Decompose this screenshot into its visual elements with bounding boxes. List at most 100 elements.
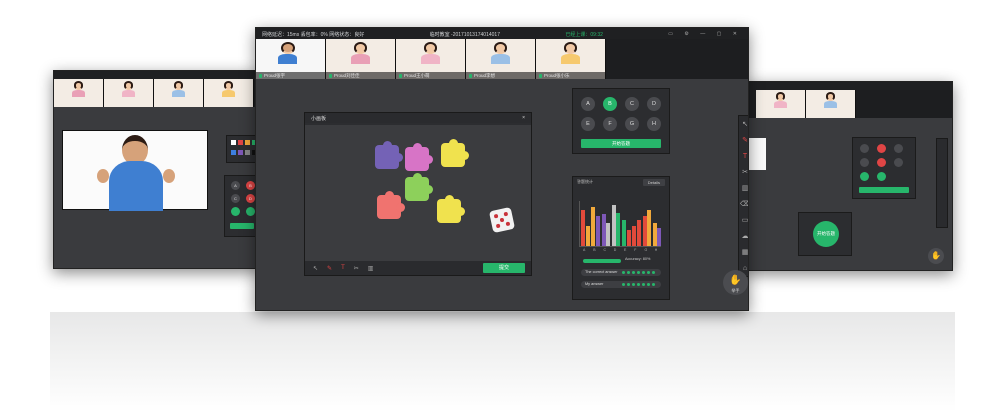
student-name: Proud王小萌 [404, 73, 430, 78]
pointer-icon[interactable]: ↖ [313, 265, 318, 272]
calendar-icon[interactable]: ▦ [742, 248, 748, 258]
student-name: Proud刘佳佳 [334, 73, 360, 78]
pen-icon[interactable]: ✎ [742, 136, 748, 146]
option-b[interactable]: B [603, 97, 617, 111]
right-option-b[interactable] [877, 144, 886, 153]
text-icon[interactable]: T [341, 265, 345, 271]
board-canvas[interactable] [305, 125, 531, 261]
right-student-thumb[interactable] [806, 90, 856, 118]
left-student-thumb[interactable] [204, 79, 254, 107]
chart-bar [657, 227, 662, 246]
chart-tick-label: D [613, 248, 617, 252]
mic-icon [539, 73, 542, 78]
window-controls[interactable]: ▭ ⚙ — ▢ ✕ [668, 31, 742, 37]
option-c[interactable]: C [625, 97, 639, 111]
left-option-b[interactable]: B [246, 181, 255, 190]
puzzle-piece-yellow-2[interactable] [437, 195, 465, 223]
student-thumb-4[interactable]: Proud李想 [466, 39, 536, 79]
mic-icon [259, 73, 262, 78]
floor-reflection [50, 312, 955, 412]
chart-bar [581, 209, 585, 246]
network-status: 网络延迟：15ms 丢包率：0% 网络状态：良好 [262, 32, 365, 38]
comment-icon[interactable]: ▭ [742, 216, 748, 226]
student-thumb-5[interactable]: Proud张小乐 [536, 39, 606, 79]
student-thumb-1[interactable]: Proud张宇 [256, 39, 326, 79]
student-thumb-3[interactable]: Proud王小萌 [396, 39, 466, 79]
main-title-bar: 网络延迟：15ms 丢包率：0% 网络状态：良好 临时教室 -201710131… [256, 28, 748, 39]
board-submit-button[interactable]: 提交 [483, 263, 525, 273]
puzzle-piece-pink[interactable] [405, 143, 433, 171]
left-option-a[interactable]: A [231, 181, 240, 190]
right-option-d[interactable] [860, 158, 869, 167]
puzzle-piece-purple[interactable] [375, 141, 403, 169]
chart-bar [652, 223, 657, 246]
chart-bar [626, 229, 631, 246]
option-a[interactable]: A [581, 97, 595, 111]
raise-hand-label: 举手 [731, 288, 740, 293]
text-icon[interactable]: T [743, 152, 747, 162]
scissors-icon[interactable]: ✂ [354, 265, 359, 272]
color-swatch[interactable] [245, 140, 250, 145]
option-d[interactable]: D [647, 97, 661, 111]
student-thumb-2[interactable]: Proud刘佳佳 [326, 39, 396, 79]
chart-bar [632, 226, 637, 246]
main-toolstrip: ↖ ✎ T ✂ ▥ ⌫ ▭ ☁ ▦ ⌂ [738, 115, 749, 277]
start-answer-button[interactable]: 开始答题 [581, 139, 661, 148]
option-e[interactable]: E [581, 117, 595, 131]
trash-icon[interactable]: ▥ [368, 265, 374, 272]
chart-bar [601, 214, 606, 246]
puzzle-piece-red[interactable] [377, 191, 405, 219]
option-h[interactable]: H [647, 117, 661, 131]
pen-icon[interactable]: ✎ [327, 265, 332, 272]
right-hand-button[interactable]: ✋ [928, 248, 944, 264]
raise-hand-button[interactable]: ✋ 举手 [723, 270, 748, 295]
dice-icon[interactable] [488, 206, 516, 234]
right-option-a[interactable] [860, 144, 869, 153]
chart-bar [595, 216, 600, 246]
pointer-icon[interactable]: ↖ [742, 120, 748, 130]
left-option-c[interactable]: C [231, 194, 240, 203]
left-student-thumb[interactable] [154, 79, 204, 107]
chart-tick-label: E [624, 248, 627, 252]
answer-statistics-panel: 答题统计 Details A B C D E F G H Accuracy: 80% The … [572, 176, 670, 300]
my-answer-label: My answer [585, 282, 604, 286]
chart-tick-label: F [634, 248, 637, 252]
left-submit-button[interactable] [230, 223, 254, 229]
left-option-e[interactable] [231, 207, 240, 216]
classroom-id: 临时教室 -20171013174014017 [429, 32, 500, 38]
cloud-icon[interactable]: ☁ [742, 232, 749, 242]
left-student-thumb[interactable] [54, 79, 104, 107]
left-student-thumb[interactable] [104, 79, 154, 107]
right-student-thumb[interactable] [756, 90, 806, 118]
scissors-icon[interactable]: ✂ [742, 168, 748, 178]
start-answer-circle[interactable]: 开始答题 [813, 221, 839, 247]
stats-title: 答题统计 [577, 179, 593, 184]
color-swatch[interactable] [231, 150, 236, 155]
puzzle-piece-green[interactable] [405, 173, 433, 201]
color-palette[interactable] [226, 135, 257, 163]
right-option-e[interactable] [877, 158, 886, 167]
right-classroom-window: 开始答题 ✋ [743, 81, 953, 271]
right-option-c[interactable] [894, 144, 903, 153]
puzzle-piece-yellow[interactable] [441, 139, 469, 167]
option-f[interactable]: F [603, 117, 617, 131]
color-swatch[interactable] [238, 150, 243, 155]
left-option-d[interactable]: D [246, 194, 255, 203]
right-option-g[interactable] [860, 172, 869, 181]
details-button[interactable]: Details [642, 179, 665, 186]
right-option-f[interactable] [894, 158, 903, 167]
color-swatch[interactable] [231, 140, 236, 145]
left-option-f[interactable] [246, 207, 255, 216]
chart-bar [611, 205, 616, 246]
eraser-icon[interactable]: ⌫ [740, 200, 748, 210]
board-close-button[interactable]: × [522, 115, 525, 121]
color-swatch[interactable] [238, 140, 243, 145]
class-timer: 已经上课：09:32 [565, 32, 603, 38]
right-start-button[interactable] [859, 187, 909, 193]
color-swatch[interactable] [245, 150, 250, 155]
right-option-h[interactable] [877, 172, 886, 181]
trash-icon[interactable]: ▥ [742, 184, 748, 194]
chart-bar [647, 209, 651, 246]
chart-tick-label: C [603, 248, 607, 252]
option-g[interactable]: G [625, 117, 639, 131]
